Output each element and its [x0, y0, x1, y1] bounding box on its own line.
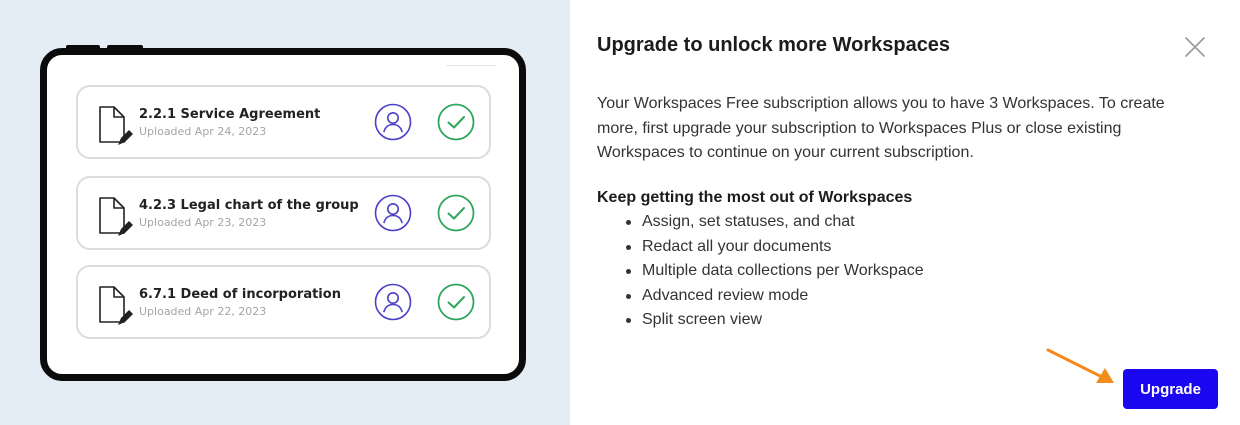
- list-item: Redact all your documents: [597, 235, 924, 260]
- user-circle-icon: [374, 103, 412, 141]
- feature-label: Assign, set statuses, and chat: [642, 213, 855, 230]
- feature-list: Assign, set statuses, and chat Redact al…: [597, 210, 924, 333]
- feature-label: Multiple data collections per Workspace: [642, 262, 924, 279]
- arrow-icon: [1046, 348, 1114, 383]
- check-circle-icon: [437, 283, 475, 321]
- check-circle-icon: [437, 194, 475, 232]
- document-card: 4.2.3 Legal chart of the group Uploaded …: [76, 176, 491, 250]
- feature-label: Advanced review mode: [642, 286, 809, 304]
- list-item: Advanced review mode: [597, 284, 924, 309]
- bullet-icon: [626, 244, 631, 250]
- bullet-icon: [626, 269, 631, 274]
- document-upload-date: Uploaded Apr 24, 2023: [139, 125, 267, 138]
- document-card: 2.2.1 Service Agreement Uploaded Apr 24,…: [76, 85, 491, 159]
- document-title: 2.2.1 Service Agreement: [139, 107, 321, 122]
- feature-label: Redact all your documents: [642, 237, 832, 255]
- bullet-icon: [626, 220, 631, 225]
- document-title: 4.2.3 Legal chart of the group: [139, 198, 359, 213]
- user-circle-icon: [374, 283, 412, 321]
- close-icon[interactable]: [1183, 35, 1207, 59]
- upgrade-button[interactable]: Upgrade: [1123, 369, 1218, 409]
- check-circle-icon: [437, 103, 475, 141]
- document-edit-icon: [99, 197, 133, 236]
- list-item: Assign, set statuses, and chat: [597, 210, 924, 235]
- dialog-title: Upgrade to unlock more Workspaces: [597, 34, 951, 56]
- list-item: Split screen view: [597, 308, 924, 333]
- document-upload-date: Uploaded Apr 23, 2023: [139, 216, 267, 229]
- document-upload-date: Uploaded Apr 22, 2023: [139, 305, 267, 318]
- bullet-icon: [626, 293, 631, 299]
- document-edit-icon: [99, 106, 133, 145]
- document-card: 6.7.1 Deed of incorporation Uploaded Apr…: [76, 265, 491, 339]
- divider: [446, 65, 496, 66]
- feature-label: Split screen view: [642, 311, 763, 328]
- document-title: 6.7.1 Deed of incorporation: [139, 287, 341, 302]
- document-edit-icon: [99, 286, 133, 325]
- features-heading: Keep getting the most out of Workspaces: [597, 189, 913, 206]
- bullet-icon: [626, 318, 631, 323]
- dialog-description: Your Workspaces Free subscription allows…: [597, 95, 1165, 161]
- user-circle-icon: [374, 194, 412, 232]
- list-item: Multiple data collections per Workspace: [597, 259, 924, 284]
